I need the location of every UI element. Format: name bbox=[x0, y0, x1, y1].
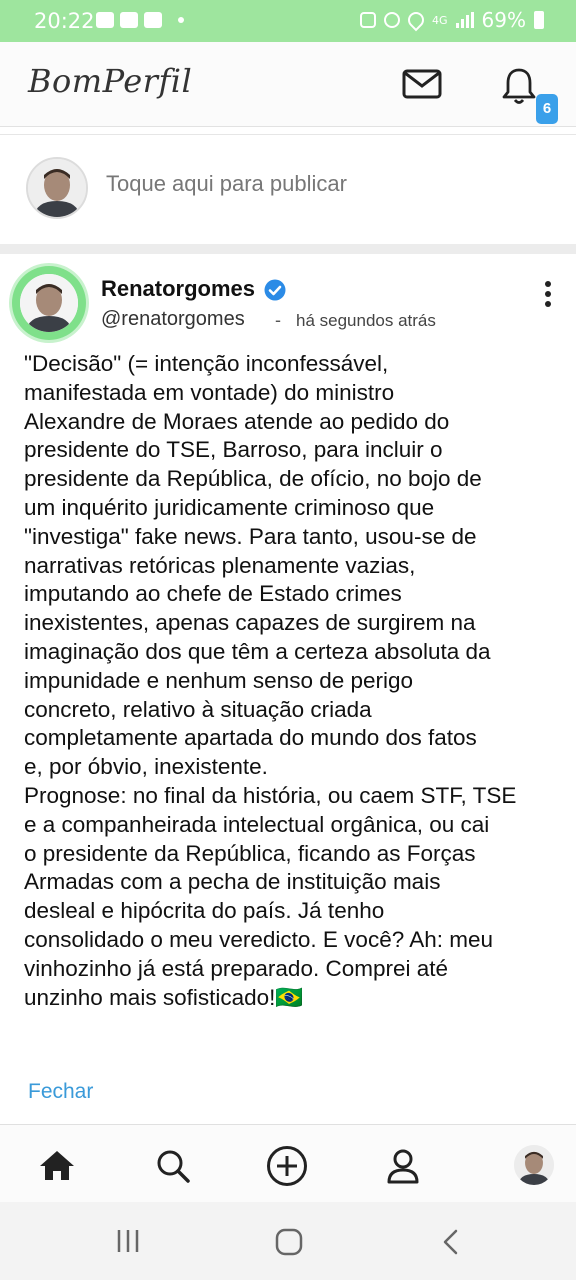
avatar-image bbox=[20, 274, 78, 332]
compose-placeholder[interactable]: Toque aqui para publicar bbox=[106, 171, 347, 197]
sim-icon bbox=[360, 12, 377, 28]
status-time: 20:22 bbox=[34, 9, 95, 33]
more-notifications-icon bbox=[178, 17, 184, 23]
status-notification-icons bbox=[96, 12, 184, 28]
battery-icon bbox=[534, 11, 544, 29]
section-divider bbox=[0, 244, 576, 254]
avatar[interactable] bbox=[514, 1145, 554, 1185]
status-bar: 20:22 4G 69% bbox=[0, 0, 576, 42]
post-card: Renatorgomes @renatorgomes - há segundos… bbox=[0, 254, 576, 1124]
battery-percent: 69% bbox=[481, 8, 526, 32]
more-options-icon[interactable] bbox=[540, 280, 556, 308]
post-text: "Decisão" (= intenção inconfessável, man… bbox=[24, 351, 517, 1010]
author-avatar[interactable] bbox=[12, 266, 86, 340]
youtube-icon bbox=[120, 12, 138, 28]
back-icon[interactable] bbox=[440, 1228, 460, 1256]
app-header: BomPerfil 6 bbox=[0, 42, 576, 127]
bottom-navigation bbox=[0, 1124, 576, 1203]
network-label: 4G bbox=[432, 13, 448, 27]
author-handle[interactable]: @renatorgomes bbox=[101, 308, 245, 331]
author-name[interactable]: Renatorgomes bbox=[101, 276, 255, 302]
compose-box[interactable]: Toque aqui para publicar bbox=[0, 134, 576, 245]
status-system-icons: 4G 69% bbox=[360, 8, 544, 32]
system-navigation-bar bbox=[0, 1202, 576, 1280]
post-time: há segundos atrás bbox=[296, 311, 436, 330]
recent-apps-icon[interactable] bbox=[115, 1228, 141, 1254]
youtube-icon bbox=[144, 12, 162, 28]
home-circle-icon[interactable] bbox=[275, 1228, 303, 1256]
app-logo[interactable]: BomPerfil bbox=[28, 62, 192, 100]
verified-icon bbox=[264, 279, 286, 301]
profile-icon[interactable] bbox=[384, 1147, 422, 1185]
avatar-image bbox=[514, 1145, 554, 1185]
gallery-icon bbox=[96, 12, 114, 28]
add-circle-icon[interactable] bbox=[266, 1145, 308, 1187]
notification-badge: 6 bbox=[536, 94, 558, 124]
search-icon[interactable] bbox=[154, 1147, 192, 1185]
close-button[interactable]: Fechar bbox=[28, 1080, 93, 1104]
mail-icon[interactable] bbox=[402, 68, 442, 100]
signal-icon bbox=[455, 12, 474, 28]
alarm-icon bbox=[384, 12, 401, 28]
avatar-image bbox=[28, 159, 86, 217]
home-icon[interactable] bbox=[38, 1147, 76, 1185]
meta-separator: - bbox=[275, 310, 281, 330]
bell-icon[interactable] bbox=[500, 66, 538, 106]
avatar bbox=[26, 157, 88, 219]
location-icon bbox=[404, 8, 428, 32]
